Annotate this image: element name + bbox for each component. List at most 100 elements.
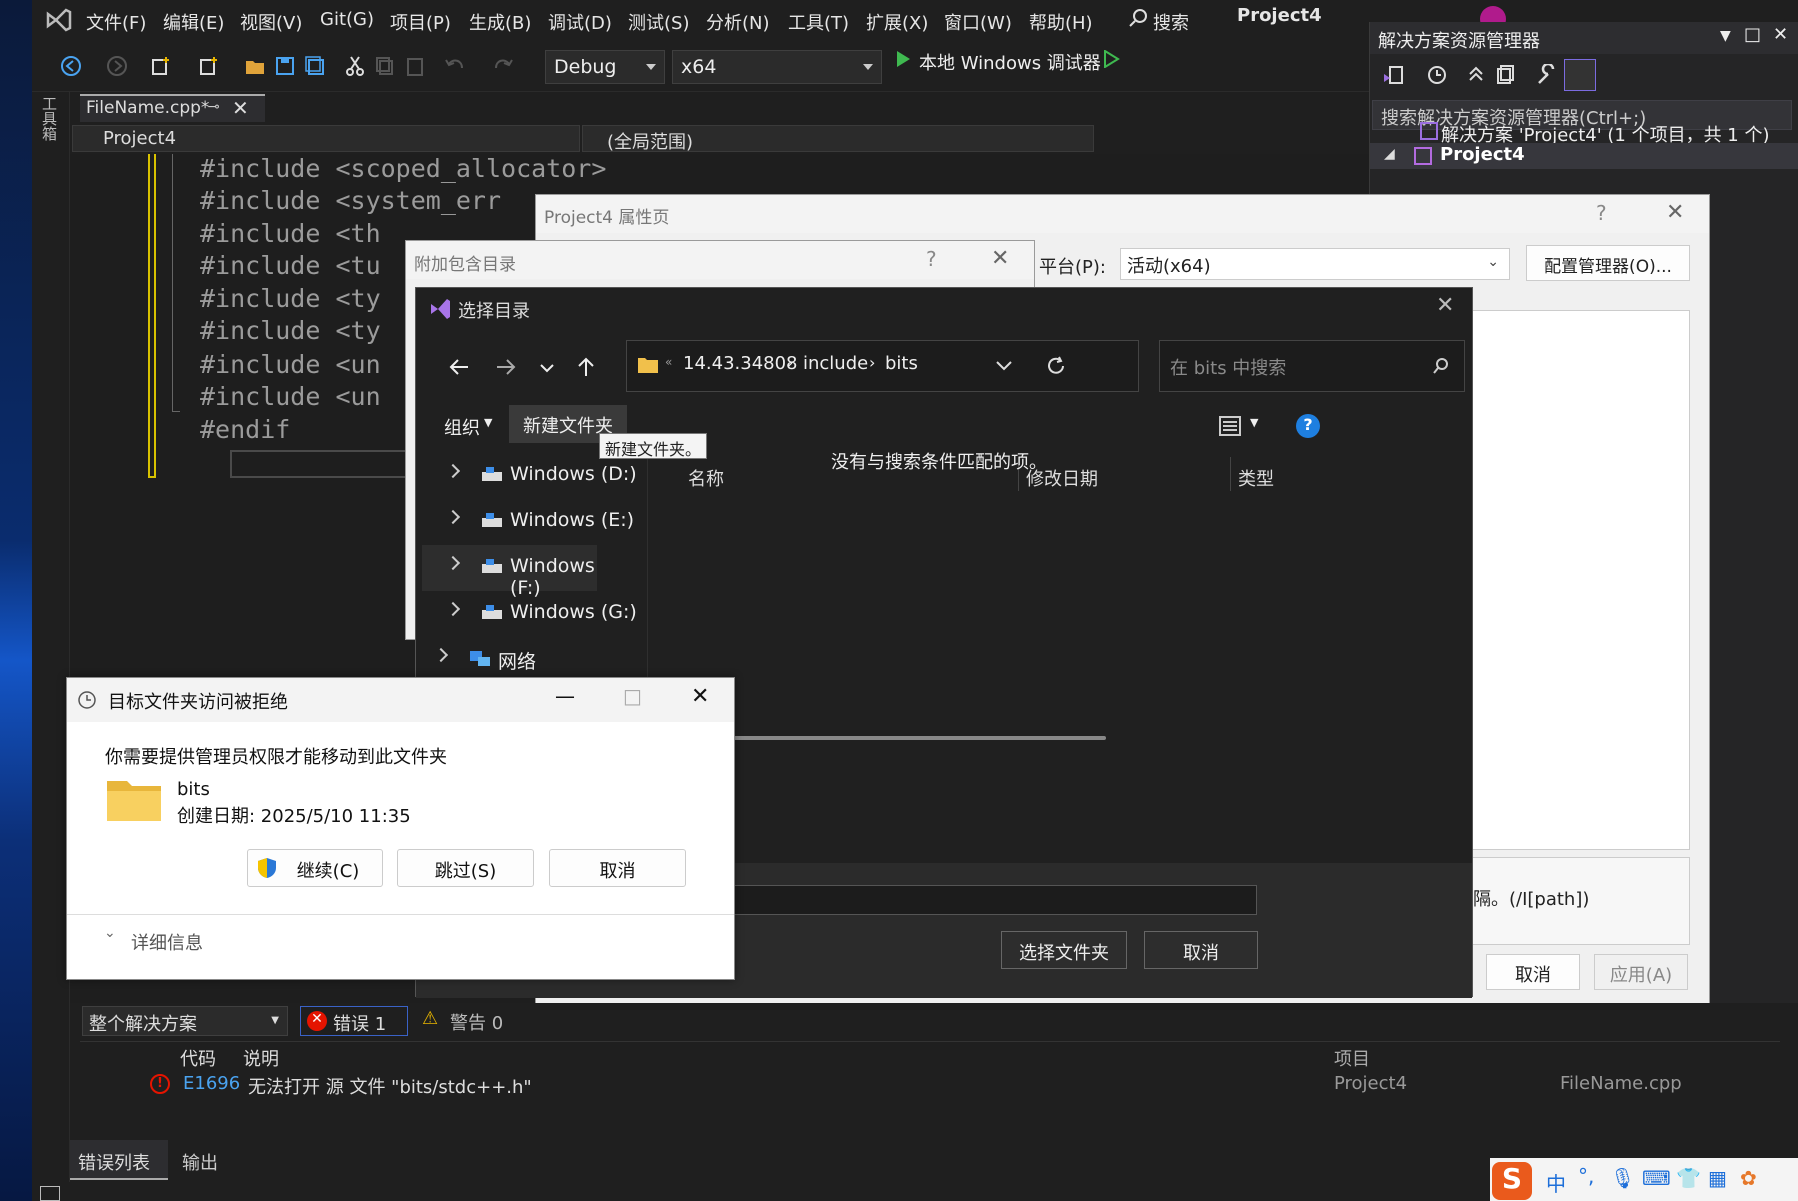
column-type[interactable]: 类型 bbox=[1238, 465, 1274, 491]
debugger-button[interactable]: 本地 Windows 调试器 bbox=[919, 49, 1101, 75]
open-folder-icon[interactable] bbox=[244, 55, 266, 77]
column-name[interactable]: 名称 bbox=[688, 465, 724, 491]
address-dropdown-icon[interactable] bbox=[995, 359, 1013, 373]
select-folder-button[interactable]: 选择文件夹 bbox=[1001, 931, 1127, 969]
column-code[interactable]: 代码 bbox=[180, 1045, 216, 1071]
project-node-row[interactable]: ◢ Project4 bbox=[1370, 143, 1798, 169]
collapse-all-icon[interactable] bbox=[1466, 64, 1486, 84]
view-dropdown-icon[interactable]: ▼ bbox=[1250, 416, 1258, 429]
folder-search-input[interactable]: 在 bits 中搜索 bbox=[1159, 340, 1465, 392]
apply-button[interactable]: 应用(A) bbox=[1594, 954, 1688, 990]
minimize-icon[interactable]: — bbox=[555, 684, 575, 708]
punctuation-icon[interactable]: °, bbox=[1578, 1164, 1594, 1188]
search-icon[interactable] bbox=[1128, 8, 1148, 28]
chevron-down-icon[interactable]: ⌄ bbox=[104, 925, 116, 941]
cancel-button[interactable]: 取消 bbox=[1144, 931, 1258, 969]
close-icon[interactable]: ✕ bbox=[1666, 200, 1684, 225]
toolbox-grid-icon[interactable]: ▦ bbox=[1708, 1166, 1727, 1190]
pet-icon[interactable]: ✿ bbox=[1740, 1166, 1757, 1190]
help-icon[interactable]: ? bbox=[926, 247, 937, 271]
view-options-icon[interactable] bbox=[1218, 415, 1242, 437]
breadcrumb-item[interactable]: include bbox=[803, 353, 868, 374]
keyboard-icon[interactable]: ⌨ bbox=[1642, 1166, 1671, 1190]
preview-toggle-button[interactable] bbox=[1564, 59, 1596, 91]
details-toggle[interactable]: 详细信息 bbox=[131, 929, 203, 955]
refresh-icon[interactable] bbox=[1045, 355, 1067, 377]
help-icon[interactable]: ? bbox=[1596, 201, 1607, 225]
menu-file[interactable]: 文件(F) bbox=[86, 9, 146, 35]
warnings-count[interactable]: 警告 0 bbox=[450, 1009, 503, 1035]
menu-git[interactable]: Git(G) bbox=[320, 9, 374, 30]
menu-project[interactable]: 项目(P) bbox=[390, 9, 451, 35]
config-select[interactable]: Debug bbox=[545, 50, 665, 84]
add-item-icon[interactable] bbox=[198, 55, 220, 77]
global-search-label[interactable]: 搜索 bbox=[1153, 9, 1189, 35]
help-icon[interactable]: ? bbox=[1296, 414, 1320, 438]
start-debug-icon[interactable] bbox=[894, 50, 912, 68]
breadcrumb-item[interactable]: bits bbox=[885, 353, 918, 374]
address-bar[interactable]: « 14.43.34808 › include › bits bbox=[626, 340, 1139, 392]
close-icon[interactable]: ✕ bbox=[691, 684, 709, 709]
forward-arrow-icon[interactable] bbox=[495, 356, 517, 378]
property-grid[interactable] bbox=[1466, 310, 1690, 850]
maximize-icon[interactable]: □ bbox=[623, 684, 642, 708]
overflow-chevron-icon[interactable]: « bbox=[665, 355, 672, 369]
nav-scope-select[interactable]: (全局范围) bbox=[582, 125, 1094, 153]
microphone-icon[interactable]: 🎙 bbox=[1610, 1166, 1635, 1190]
start-without-debug-icon[interactable] bbox=[1102, 50, 1120, 68]
menu-extensions[interactable]: 扩展(X) bbox=[866, 9, 928, 35]
organize-dropdown-icon[interactable]: ▼ bbox=[484, 416, 492, 429]
close-icon[interactable]: ✕ bbox=[1436, 293, 1454, 318]
toolbox-tab[interactable]: 工具箱 bbox=[40, 96, 60, 141]
cut-icon[interactable] bbox=[344, 55, 366, 77]
properties-wrench-icon[interactable] bbox=[1536, 64, 1558, 86]
platform-select[interactable]: 活动(x64) ⌄ bbox=[1120, 248, 1510, 280]
skin-icon[interactable]: 👕 bbox=[1676, 1166, 1701, 1190]
new-project-icon[interactable] bbox=[150, 55, 172, 77]
menu-analyze[interactable]: 分析(N) bbox=[706, 9, 770, 35]
error-row[interactable]: ! E1696 无法打开 源 文件 "bits/stdc++.h" Projec… bbox=[80, 1071, 1780, 1101]
menu-tools[interactable]: 工具(T) bbox=[788, 9, 849, 35]
search-icon[interactable] bbox=[1432, 357, 1450, 375]
tree-drive-e[interactable]: Windows (E:) bbox=[416, 499, 648, 545]
config-manager-button[interactable]: 配置管理器(O)... bbox=[1526, 245, 1690, 281]
menu-build[interactable]: 生成(B) bbox=[469, 9, 531, 35]
copy-icon[interactable] bbox=[374, 55, 396, 77]
forward-nav-icon[interactable] bbox=[106, 55, 128, 77]
nav-project-select[interactable]: Project4 bbox=[72, 125, 580, 152]
skip-button[interactable]: 跳过(S) bbox=[397, 849, 534, 887]
tab-output[interactable]: 输出 bbox=[178, 1140, 238, 1180]
tree-drive-f[interactable]: Windows (F:) bbox=[422, 545, 597, 599]
close-tab-icon[interactable]: ✕ bbox=[232, 96, 249, 120]
tree-drive-g[interactable]: Windows (G:) bbox=[416, 591, 648, 637]
up-arrow-icon[interactable] bbox=[575, 356, 597, 378]
tab-error-list[interactable]: 错误列表 bbox=[70, 1140, 168, 1180]
errors-filter-toggle[interactable]: ✕ 错误 1 bbox=[300, 1006, 408, 1036]
recent-dropdown-icon[interactable] bbox=[538, 359, 556, 377]
menu-debug[interactable]: 调试(D) bbox=[548, 9, 612, 35]
menu-help[interactable]: 帮助(H) bbox=[1029, 9, 1093, 35]
redo-icon[interactable] bbox=[492, 55, 514, 77]
breadcrumb-item[interactable]: 14.43.34808 bbox=[683, 353, 798, 374]
continue-button[interactable]: 继续(C) bbox=[247, 849, 383, 887]
platform-select[interactable]: x64 bbox=[672, 50, 882, 84]
pin-icon[interactable]: ⊸ bbox=[208, 99, 220, 115]
back-nav-icon[interactable] bbox=[60, 55, 82, 77]
show-all-files-icon[interactable] bbox=[1496, 64, 1516, 84]
menu-edit[interactable]: 编辑(E) bbox=[163, 9, 224, 35]
menu-window[interactable]: 窗口(W) bbox=[944, 9, 1012, 35]
cancel-button[interactable]: 取消 bbox=[1486, 954, 1580, 990]
paste-icon[interactable] bbox=[404, 55, 426, 77]
close-icon[interactable]: ✕ bbox=[991, 246, 1009, 271]
undo-icon[interactable] bbox=[444, 55, 466, 77]
error-code-link[interactable]: E1696 bbox=[183, 1073, 240, 1094]
save-all-icon[interactable] bbox=[304, 55, 326, 77]
column-divider[interactable] bbox=[1230, 457, 1231, 491]
ime-language[interactable]: 中 bbox=[1546, 1168, 1566, 1197]
switch-view-icon[interactable] bbox=[1382, 64, 1406, 88]
expand-icon[interactable]: ◢ bbox=[1384, 146, 1395, 162]
column-project[interactable]: 项目 bbox=[1334, 1045, 1370, 1071]
column-description[interactable]: 说明 bbox=[243, 1045, 279, 1071]
scope-select[interactable]: 整个解决方案 ▼ bbox=[82, 1006, 288, 1036]
se-dropdown-icon[interactable]: ▼ bbox=[1720, 28, 1731, 44]
